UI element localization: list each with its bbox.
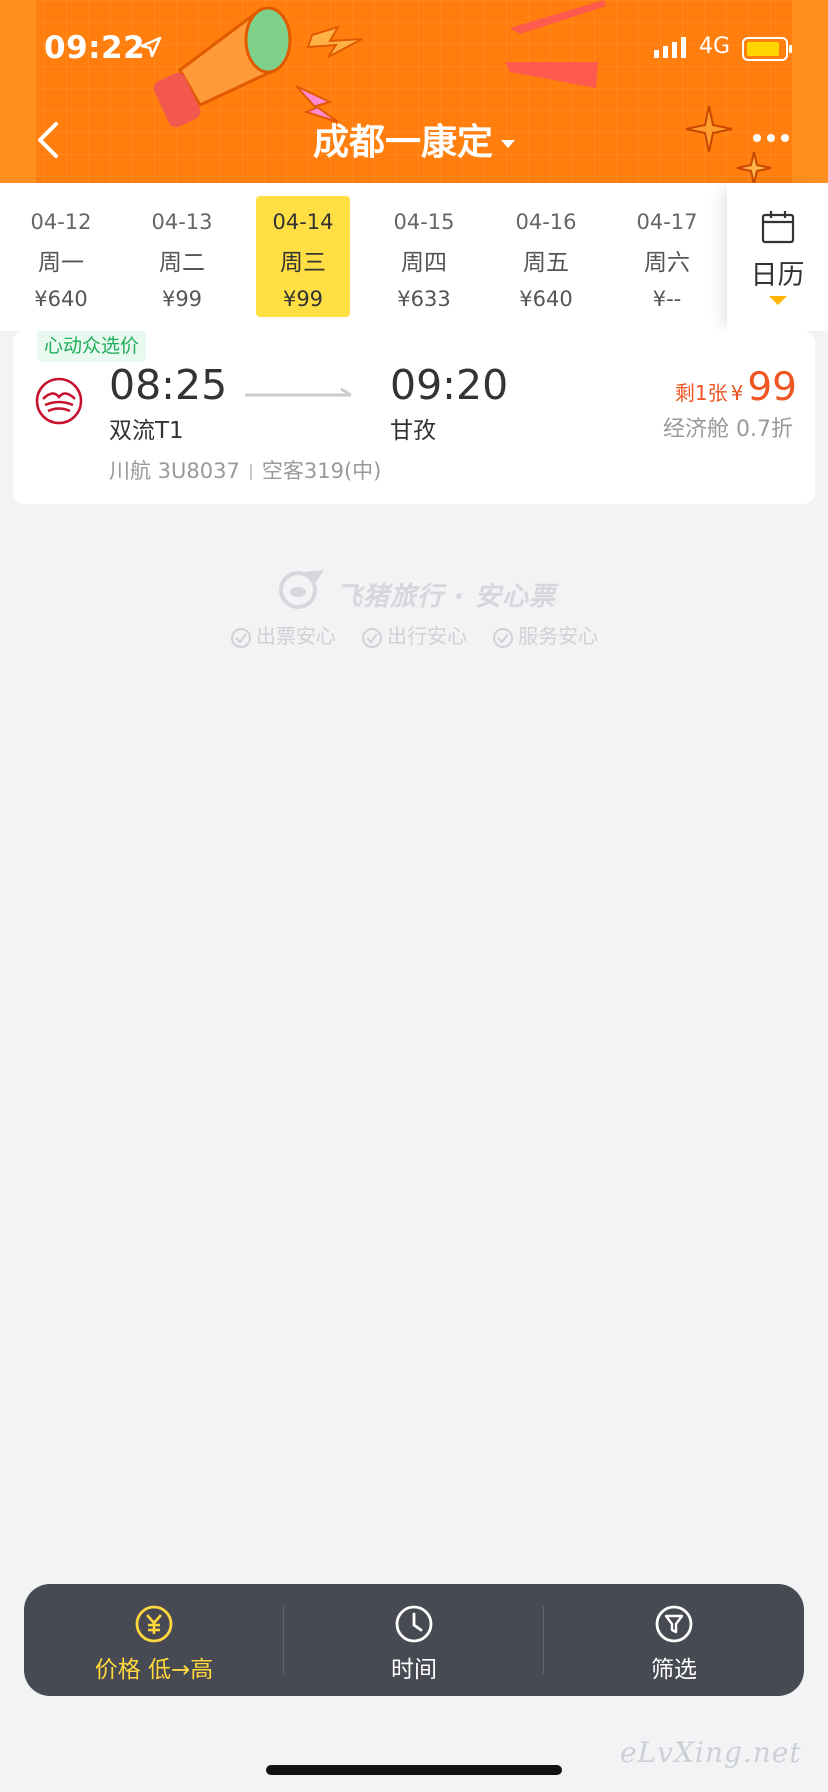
arrival-airport: 甘孜: [390, 418, 436, 444]
date-price: ¥99: [282, 287, 324, 311]
flight-arrow-icon: [245, 387, 352, 397]
date-price: ¥640: [34, 287, 88, 311]
date-price: ¥--: [652, 287, 682, 311]
watermark: eLvXing.net: [620, 1736, 802, 1769]
more-button[interactable]: [750, 126, 792, 150]
weekday-label: 周六: [644, 250, 690, 276]
filter-button[interactable]: 筛选: [544, 1584, 804, 1696]
filter-label: 筛选: [651, 1657, 697, 1683]
date-item[interactable]: 04-16 周五 ¥640: [499, 196, 593, 317]
date-selector: 04-12 周一 ¥640 04-13 周二 ¥99 04-14 周三 ¥99 …: [0, 183, 828, 331]
megaphone-illustration: [153, 6, 292, 128]
date-price: ¥633: [397, 287, 451, 311]
assurance-banner: 飞猪旅行 · 安心票 出票安心 出行安心 服务安心: [0, 566, 828, 656]
route-title-text: 成都一康定: [312, 122, 493, 163]
assurance-item-label: 服务安心: [518, 624, 599, 648]
weekday-label: 周五: [523, 250, 569, 276]
date-label: 04-15: [393, 210, 455, 234]
promo-tag: 心动众选价: [37, 331, 147, 362]
yuan-circle-icon: [135, 1605, 173, 1643]
remaining-seats: 剩1张: [674, 381, 728, 405]
clock-icon: [395, 1605, 433, 1643]
home-indicator[interactable]: [266, 1765, 562, 1775]
price-line: 剩1张 ¥99: [675, 365, 797, 410]
date-label: 04-13: [151, 210, 213, 234]
cabin-info: 经济舱 0.7折: [663, 417, 793, 442]
assurance-item: 出票安心: [230, 620, 336, 649]
signal-icon: [654, 37, 686, 58]
assurance-item-label: 出票安心: [255, 624, 336, 648]
status-time: 09:22: [44, 30, 146, 66]
date-item[interactable]: 04-13 周二 ¥99: [135, 196, 229, 317]
sort-by-price-label: 价格 低→高: [94, 1657, 214, 1683]
airline-flight-number: 川航 3U8037: [109, 459, 240, 483]
calendar-label: 日历: [750, 260, 805, 291]
date-item[interactable]: 04-15 周四 ¥633: [377, 196, 471, 317]
date-item[interactable]: 04-17 周六 ¥--: [620, 196, 714, 317]
date-label: 04-14: [272, 210, 334, 234]
departure-airport: 双流T1: [109, 418, 184, 444]
sort-by-time-button[interactable]: 时间: [284, 1584, 544, 1696]
calendar-icon: [761, 211, 795, 244]
battery-icon: [742, 37, 792, 61]
filter-icon: [655, 1605, 693, 1643]
check-circle-icon: [230, 627, 251, 648]
date-label: 04-12: [30, 210, 92, 234]
sort-by-price-button[interactable]: 价格 低→高: [24, 1584, 284, 1696]
caret-down-icon: [769, 296, 787, 305]
lightning-illustration: [306, 25, 363, 58]
rays-illustration: [505, 0, 606, 88]
meta-divider: [249, 464, 252, 480]
date-label: 04-16: [515, 210, 577, 234]
check-circle-icon: [493, 627, 514, 648]
assurance-items: 出票安心 出行安心 服务安心: [0, 620, 828, 649]
ticket-price: 99: [747, 365, 797, 410]
network-type: 4G: [699, 34, 731, 59]
fliggy-pig-logo-icon: [279, 570, 324, 609]
weekday-label: 周三: [280, 250, 326, 276]
calendar-button[interactable]: 日历: [727, 183, 828, 331]
route-title[interactable]: 成都一康定: [0, 113, 828, 165]
sichuan-airlines-logo-icon: [35, 377, 83, 425]
arrival-time: 09:20: [390, 361, 509, 409]
weekday-label: 周一: [38, 250, 84, 276]
currency-symbol: ¥: [730, 381, 744, 405]
weekday-label: 周四: [401, 250, 447, 276]
departure-time: 08:25: [109, 361, 228, 409]
date-label: 04-17: [636, 210, 698, 234]
assurance-item: 出行安心: [361, 620, 467, 649]
location-arrow-icon: [140, 36, 162, 58]
bottom-sort-bar: 价格 低→高 时间 筛选: [24, 1584, 804, 1696]
flight-meta: 川航 3U8037 空客319(中): [109, 455, 381, 485]
aircraft-type: 空客319(中): [261, 459, 382, 483]
check-circle-icon: [362, 627, 382, 648]
assurance-item: 服务安心: [492, 620, 598, 649]
date-price: ¥99: [161, 287, 203, 311]
assurance-item-label: 出行安心: [387, 624, 467, 648]
header: 09:22 4G 成都一康定: [0, 0, 828, 183]
date-item[interactable]: 04-12 周一 ¥640: [14, 196, 108, 317]
date-price: ¥640: [519, 287, 573, 311]
assurance-brand: 飞猪旅行 · 安心票: [336, 582, 556, 612]
more-dots-icon: [753, 134, 789, 142]
caret-down-icon: [501, 140, 515, 148]
weekday-label: 周二: [159, 250, 205, 276]
date-item-selected[interactable]: 04-14 周三 ¥99: [256, 196, 350, 317]
sort-by-time-label: 时间: [391, 1657, 437, 1683]
flight-card[interactable]: 心动众选价 08:25 09:20 双流T1 甘孜 剩1张 ¥99 经济舱 0.7…: [13, 331, 815, 504]
